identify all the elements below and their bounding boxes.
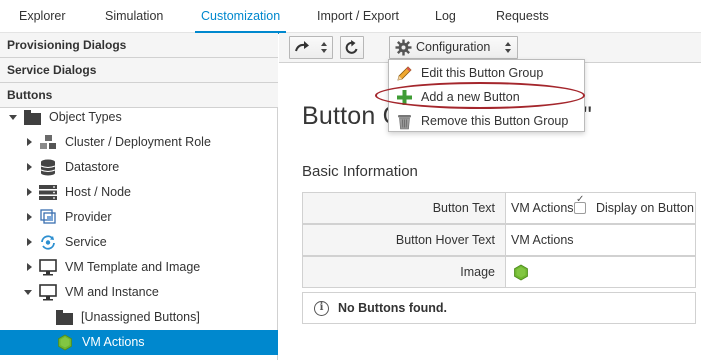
menu-item-add-new-button[interactable]: Add a new Button <box>389 85 584 109</box>
alert-text: No Buttons found. <box>338 301 447 315</box>
accordion-header-service-dialogs[interactable]: Service Dialogs <box>0 58 278 83</box>
configuration-dropdown-menu: Edit this Button Group Add a new Button … <box>388 59 585 132</box>
tree-node-label: Datastore <box>65 160 120 174</box>
tree-node-host[interactable]: Host / Node <box>0 180 278 205</box>
service-icon <box>39 234 57 251</box>
database-icon <box>40 159 58 176</box>
trash-icon <box>396 113 413 130</box>
collapse-caret-icon[interactable] <box>9 105 19 130</box>
tab-import-export[interactable]: Import / Export <box>317 0 399 33</box>
tree-node-label: Provider <box>65 210 112 224</box>
monitor-icon <box>39 284 57 301</box>
tree-node-service[interactable]: Service <box>0 230 278 255</box>
tree-node-vm-actions[interactable]: VM Actions <box>0 330 278 355</box>
tree-node-label: VM Template and Image <box>65 260 201 274</box>
expand-caret-icon[interactable] <box>25 130 35 155</box>
menu-item-label: Add a new Button <box>421 90 520 104</box>
folder-icon <box>56 310 74 327</box>
provider-icon <box>40 209 58 226</box>
monitor-icon <box>39 259 57 276</box>
info-row-button-text: Button Text VM Actions Display on Button <box>302 192 696 224</box>
tree-node-unassigned-buttons[interactable]: [Unassigned Buttons] <box>0 305 278 330</box>
reload-button[interactable] <box>340 36 364 59</box>
info-label: Button Hover Text <box>303 225 506 255</box>
folder-icon <box>24 110 42 127</box>
history-button[interactable] <box>289 36 333 59</box>
green-hexagon-icon <box>57 334 75 351</box>
history-arrow-icon <box>295 40 311 54</box>
tree-node-vm-and-instance[interactable]: VM and Instance <box>0 280 278 305</box>
tree-node-cluster[interactable]: Cluster / Deployment Role <box>0 130 278 155</box>
expand-caret-icon[interactable] <box>25 255 35 280</box>
tree-node-label: [Unassigned Buttons] <box>81 310 200 324</box>
accordion-header-provisioning-dialogs[interactable]: Provisioning Dialogs <box>0 33 278 58</box>
tree-node-label: Service <box>65 235 107 249</box>
expand-caret-icon[interactable] <box>25 155 35 180</box>
checkbox-label: Display on Button <box>596 201 694 215</box>
section-title: Basic Information <box>302 163 418 180</box>
tab-requests[interactable]: Requests <box>496 0 549 33</box>
info-value: VM Actions <box>511 201 574 215</box>
tab-explorer[interactable]: Explorer <box>19 0 66 33</box>
tree-node-label: VM Actions <box>82 335 145 349</box>
cluster-icon <box>39 134 57 151</box>
left-accordion-panel: Provisioning Dialogs Service Dialogs But… <box>0 33 278 360</box>
tree-node-label: Host / Node <box>65 185 132 199</box>
pencil-icon <box>396 65 413 82</box>
gear-icon <box>395 39 412 56</box>
expand-caret-icon[interactable] <box>25 205 35 230</box>
menu-item-remove-button-group[interactable]: Remove this Button Group <box>389 109 584 133</box>
menu-item-edit-button-group[interactable]: Edit this Button Group <box>389 61 584 85</box>
green-hexagon-icon <box>513 264 529 281</box>
tree-node-object-types[interactable]: Object Types <box>0 105 278 130</box>
configuration-dropdown-button[interactable]: Configuration <box>389 36 518 59</box>
info-value: VM Actions <box>511 233 574 247</box>
configuration-label: Configuration <box>416 40 491 54</box>
tab-log[interactable]: Log <box>435 0 456 33</box>
info-row-image: Image <box>302 256 696 288</box>
refresh-icon <box>344 39 360 56</box>
tree-node-datastore[interactable]: Datastore <box>0 155 278 180</box>
server-icon <box>39 184 57 201</box>
expand-caret-icon[interactable] <box>25 230 35 255</box>
info-label: Button Text <box>303 193 506 223</box>
tab-simulation[interactable]: Simulation <box>105 0 163 33</box>
no-buttons-alert: i No Buttons found. <box>302 292 696 324</box>
menu-item-label: Remove this Button Group <box>421 114 569 128</box>
tree-node-label: VM and Instance <box>65 285 159 299</box>
tree-node-vm-template-image[interactable]: VM Template and Image <box>0 255 278 280</box>
info-row-button-hover-text: Button Hover Text VM Actions <box>302 224 696 256</box>
tree-node-label: Cluster / Deployment Role <box>65 135 211 149</box>
expand-caret-icon[interactable] <box>25 180 35 205</box>
top-navigation: Explorer Simulation Customization Import… <box>0 0 701 34</box>
tab-customization[interactable]: Customization <box>194 0 287 34</box>
collapse-caret-icon[interactable] <box>24 280 34 305</box>
info-icon: i <box>314 301 329 316</box>
plus-icon <box>396 89 413 106</box>
tree-node-label: Object Types <box>49 110 122 124</box>
updown-caret-icon <box>321 42 328 54</box>
display-on-button-checkbox <box>574 194 586 214</box>
menu-item-label: Edit this Button Group <box>421 66 544 80</box>
info-label: Image <box>303 257 506 287</box>
updown-caret-icon <box>505 42 512 54</box>
tree-node-provider[interactable]: Provider <box>0 205 278 230</box>
